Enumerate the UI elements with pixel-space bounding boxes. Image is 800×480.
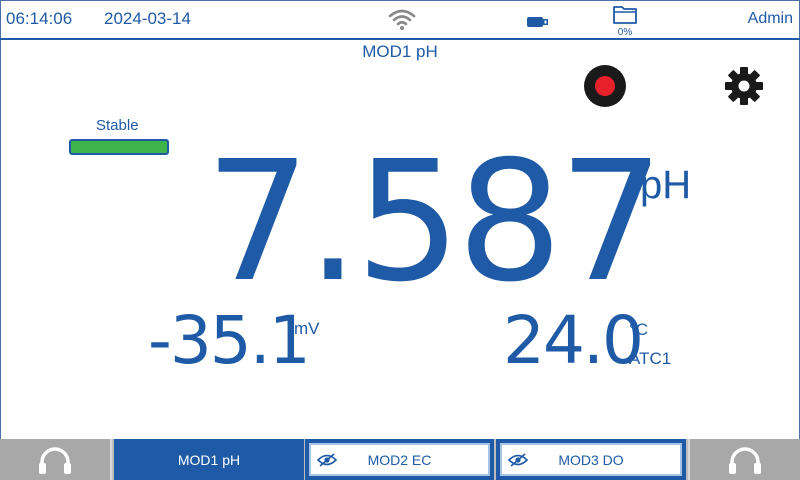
eye-icon: [317, 453, 337, 467]
usb-icon: [527, 14, 549, 32]
tab-label: MOD2 EC: [367, 451, 432, 468]
module-tab-bar: MOD1 pH MOD2 EC MOD3 DO: [0, 439, 800, 480]
stability-label: Stable: [96, 117, 139, 134]
clock-date: 2024-03-14: [104, 9, 191, 28]
status-bar: 06:14:06 2024-03-14 0% Admin: [0, 0, 800, 40]
storage-usage: 0%: [617, 27, 633, 38]
wifi-icon: [388, 8, 416, 35]
settings-button[interactable]: [722, 64, 766, 113]
module-title: MOD1 pH: [362, 42, 438, 61]
storage-indicator[interactable]: 0%: [612, 4, 638, 38]
eye-icon: [508, 453, 528, 467]
mv-unit: mV: [294, 319, 320, 338]
headphones-icon: [729, 446, 761, 474]
record-icon: [595, 76, 615, 96]
tab-mod1[interactable]: MOD1 pH: [114, 439, 304, 480]
headphones-icon: [39, 446, 71, 474]
gear-icon: [725, 67, 763, 105]
ph-reading: 7.587: [205, 126, 664, 319]
record-button[interactable]: [584, 65, 626, 107]
ph-unit: pH: [640, 163, 692, 207]
temperature-sensor: ATC1: [629, 349, 672, 368]
user-name[interactable]: Admin: [748, 10, 793, 28]
clock-time: 06:14:06: [6, 9, 73, 28]
stability-bar: [69, 139, 169, 155]
tab-mod2[interactable]: MOD2 EC: [305, 439, 494, 480]
tab-label: MOD3 DO: [558, 451, 624, 468]
folder-icon: [613, 6, 637, 24]
mv-reading: -35.1: [148, 302, 311, 379]
temperature-reading: 24.0: [503, 302, 644, 379]
next-button[interactable]: [688, 439, 800, 480]
tab-mod3[interactable]: MOD3 DO: [496, 439, 686, 480]
temperature-unit: °C: [629, 320, 649, 339]
tab-label: MOD1 pH: [177, 451, 241, 468]
previous-button[interactable]: [0, 439, 112, 480]
